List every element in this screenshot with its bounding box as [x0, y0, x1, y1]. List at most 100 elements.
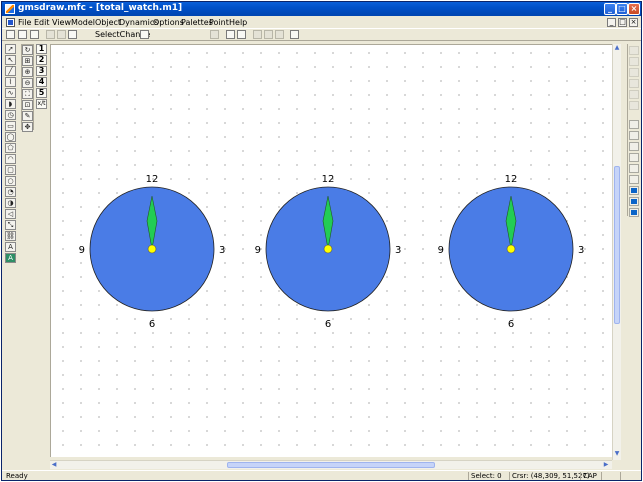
send-back-icon[interactable] — [629, 131, 639, 140]
status-select-count: Select: 0 — [468, 472, 508, 480]
minimize-button[interactable]: _ — [604, 3, 616, 15]
round-rect-tool-icon[interactable]: ▢ — [5, 165, 16, 175]
clock-drawing: 12 3 6 9 12 3 6 9 12 3 6 9 — [79, 174, 585, 330]
scroll-left-icon[interactable]: ◀ — [50, 461, 58, 469]
clock-label-3: 3 — [578, 245, 584, 256]
menu-options[interactable]: Options — [153, 17, 184, 28]
vertical-scroll-thumb[interactable] — [614, 166, 620, 324]
first-frame-icon[interactable] — [253, 30, 262, 39]
clock-label-3: 3 — [219, 245, 225, 256]
vertical-scrollbar[interactable]: ▲ ▼ — [612, 44, 621, 460]
menu-object[interactable]: Object — [95, 17, 121, 28]
align-bottom-icon[interactable] — [629, 101, 639, 110]
line-tool-icon[interactable]: ╱ — [5, 66, 16, 76]
number-button-5[interactable]: 5 — [36, 88, 47, 98]
zoom-in-icon[interactable]: ⊕ — [22, 67, 33, 77]
menu-edit[interactable]: Edit — [34, 17, 50, 28]
fill-color-icon[interactable] — [629, 186, 639, 195]
menu-model[interactable]: Model — [71, 17, 95, 28]
align-left-icon[interactable] — [629, 46, 639, 55]
polyline-tool-icon[interactable]: ⌇ — [5, 77, 16, 87]
print-preview-icon[interactable] — [210, 30, 219, 39]
cut-icon[interactable] — [46, 30, 55, 39]
align-right-icon[interactable] — [629, 68, 639, 77]
paste-icon[interactable] — [68, 30, 77, 39]
clock-3[interactable]: 12 3 6 9 — [438, 174, 585, 330]
print-icon[interactable] — [226, 30, 235, 39]
rectangle-tool-icon[interactable]: ▭ — [5, 121, 16, 131]
link-tool-icon[interactable]: ⛓ — [5, 231, 16, 241]
drawing-canvas[interactable]: 12 3 6 9 12 3 6 9 12 3 6 9 — [50, 44, 612, 457]
point-arrow-icon[interactable]: ↖ — [5, 55, 16, 65]
next-frame-icon[interactable] — [275, 30, 284, 39]
scroll-down-icon[interactable]: ▼ — [613, 450, 621, 458]
zoom-out-icon[interactable]: ⊖ — [22, 78, 33, 88]
clock-pivot — [506, 244, 516, 254]
polygon-tool-icon[interactable]: ⬠ — [5, 143, 16, 153]
help-question-icon[interactable] — [237, 30, 246, 39]
menu-bar: File Edit View Model Object Dynamics Opt… — [2, 17, 641, 28]
maximize-button[interactable]: □ — [616, 3, 628, 15]
closed-polyline-icon[interactable]: ◷ — [5, 110, 16, 120]
clock-2[interactable]: 12 3 6 9 — [255, 174, 402, 330]
number-button-2[interactable]: 2 — [36, 55, 47, 65]
text-box-tool-icon[interactable]: A — [5, 253, 16, 263]
align-top-icon[interactable] — [629, 79, 639, 88]
menu-point[interactable]: Point — [209, 17, 229, 28]
select-arrow-icon[interactable]: ➚ — [5, 44, 16, 54]
copy-icon[interactable] — [57, 30, 66, 39]
menu-view[interactable]: View — [52, 17, 71, 28]
number-button-3[interactable]: 3 — [36, 66, 47, 76]
connector-tool-icon[interactable]: ⤡ — [5, 220, 16, 230]
menu-file[interactable]: File — [18, 17, 31, 28]
rotate-icon[interactable]: ↻ — [22, 45, 33, 55]
clock-label-9: 9 — [79, 245, 85, 256]
background-color-icon[interactable] — [629, 208, 639, 217]
number-button-4[interactable]: 4 — [36, 77, 47, 87]
open-folder-icon[interactable] — [18, 30, 27, 39]
doc-minimize-button[interactable]: _ — [607, 18, 616, 27]
scroll-right-icon[interactable]: ▶ — [602, 461, 610, 469]
pan-icon[interactable]: ✥ — [22, 122, 33, 132]
previous-frame-icon[interactable] — [264, 30, 273, 39]
close-button[interactable]: × — [628, 3, 640, 15]
circle-tool-icon[interactable]: ○ — [5, 176, 16, 186]
clock-1[interactable]: 12 3 6 9 — [79, 174, 226, 330]
align-center-icon[interactable] — [629, 57, 639, 66]
context-help-icon[interactable] — [290, 30, 299, 39]
undo-icon[interactable] — [140, 30, 149, 39]
scroll-up-icon[interactable]: ▲ — [613, 44, 621, 52]
doc-restore-button[interactable]: □ — [618, 18, 627, 27]
new-file-icon[interactable] — [6, 30, 15, 39]
pie-tool-icon[interactable]: ◔ — [5, 187, 16, 197]
doc-close-button[interactable]: × — [629, 18, 638, 27]
number-button-xt[interactable]: x/t — [36, 99, 47, 109]
arc-tool-icon[interactable]: ◠ — [5, 154, 16, 164]
wedge-tool-icon[interactable]: ◁ — [5, 209, 16, 219]
horizontal-scrollbar[interactable]: ◀ ▶ — [50, 460, 612, 469]
align-middle-icon[interactable] — [629, 90, 639, 99]
line-color-icon[interactable] — [629, 197, 639, 206]
horizontal-scroll-thumb[interactable] — [227, 462, 435, 468]
paint-icon[interactable]: ✎ — [22, 111, 33, 121]
status-cursor-position: Crsr: (48,309, 51,527) — [509, 472, 590, 480]
group-icon[interactable]: ⊞ — [22, 56, 33, 66]
text-tool-icon[interactable]: A — [5, 242, 16, 252]
clock-label-6: 6 — [508, 319, 514, 330]
closed-curve-icon[interactable]: ◗ — [5, 99, 16, 109]
ellipse-tool-icon[interactable]: ◯ — [5, 132, 16, 142]
snap-icon[interactable] — [629, 164, 639, 173]
document-icon[interactable] — [6, 18, 15, 27]
menu-help[interactable]: Help — [229, 17, 247, 28]
fit-window-icon[interactable]: ⛶ — [22, 89, 33, 99]
order-icon[interactable] — [629, 142, 639, 151]
title-bar: gmsdraw.mfc - [total_watch.m1] _ □ × — [2, 2, 641, 16]
bring-front-icon[interactable] — [629, 120, 639, 129]
number-button-1[interactable]: 1 — [36, 44, 47, 54]
full-view-icon[interactable]: ⊡ — [22, 100, 33, 110]
save-icon[interactable] — [30, 30, 39, 39]
pen-icon[interactable] — [629, 175, 639, 184]
curve-tool-icon[interactable]: ∿ — [5, 88, 16, 98]
chord-tool-icon[interactable]: ◑ — [5, 198, 16, 208]
grid-icon[interactable] — [629, 153, 639, 162]
